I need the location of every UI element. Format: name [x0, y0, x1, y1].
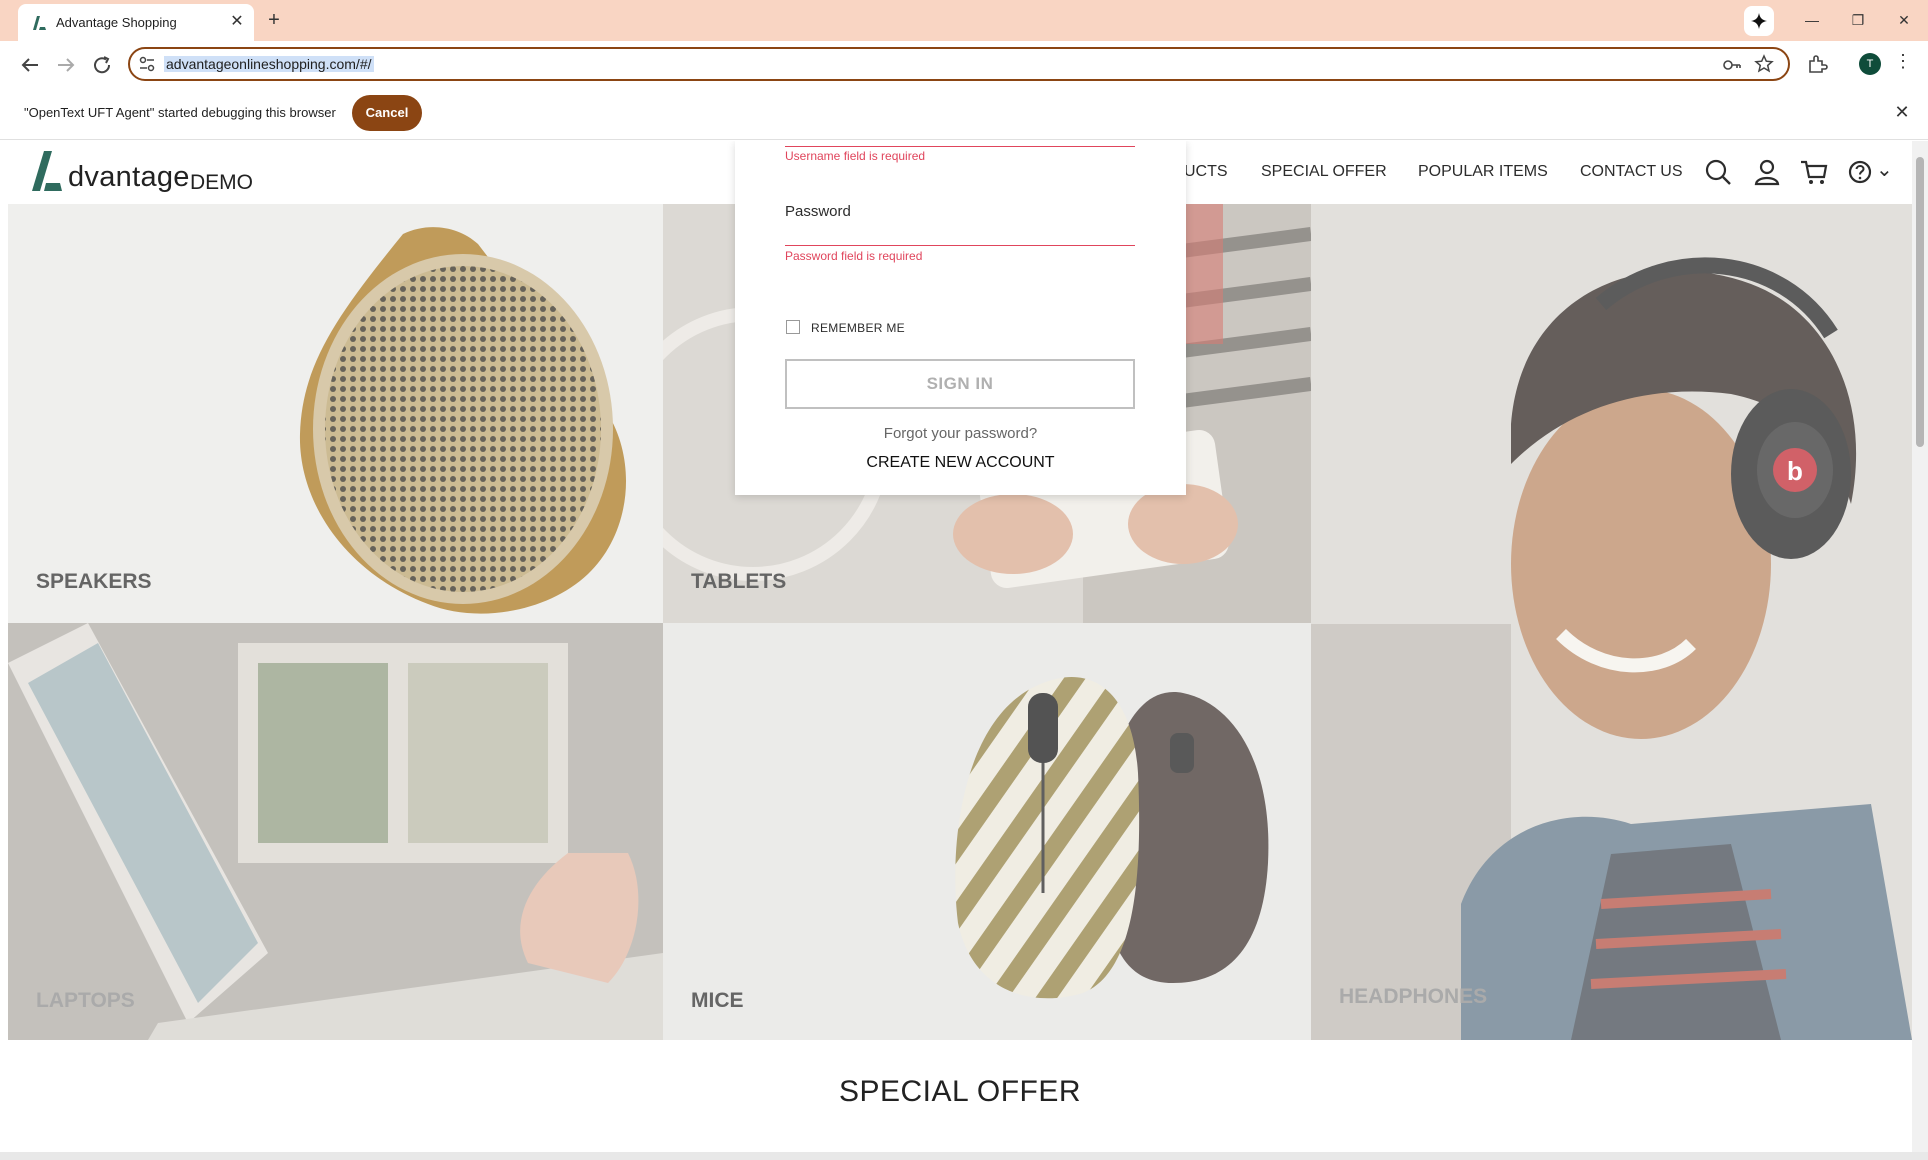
scrollbar-thumb[interactable]: [1916, 157, 1924, 447]
extensions-puzzle-icon[interactable]: [1806, 53, 1828, 75]
url-text[interactable]: advantageonlineshopping.com/#/: [164, 56, 374, 72]
sparkle-icon: [1751, 13, 1767, 29]
remember-me-label[interactable]: REMEMBER ME: [811, 321, 905, 335]
nav-link-contact-us[interactable]: CONTACT US: [1580, 163, 1683, 181]
special-offer-heading: SPECIAL OFFER: [838, 1075, 1082, 1108]
tab-close-icon[interactable]: ✕: [226, 11, 248, 33]
username-field-underline[interactable]: [785, 146, 1135, 147]
window-restore-button[interactable]: ❐: [1838, 8, 1878, 32]
back-arrow-icon[interactable]: [18, 53, 42, 77]
browser-tab-active[interactable]: Advantage Shopping ✕: [18, 4, 254, 41]
page-viewport: SPEAKERS TABLETS b HEADPHONES LAPTOPS MI…: [8, 141, 1912, 1152]
user-account-icon[interactable]: [1752, 157, 1782, 187]
page-vertical-scrollbar[interactable]: [1912, 141, 1928, 1152]
password-key-icon[interactable]: [1722, 55, 1742, 75]
shopping-cart-icon[interactable]: [1799, 157, 1829, 187]
window-close-button[interactable]: ✕: [1884, 8, 1924, 32]
help-icon[interactable]: [1846, 157, 1876, 187]
window-minimize-button[interactable]: —: [1792, 8, 1832, 32]
profile-avatar[interactable]: T: [1859, 53, 1881, 75]
nav-link-special-offer[interactable]: SPECIAL OFFER: [1261, 163, 1387, 181]
remember-me-checkbox[interactable]: [786, 320, 800, 334]
browser-menu-icon[interactable]: ⋮: [1894, 51, 1912, 77]
help-dropdown-chevron-icon[interactable]: ⌄: [1876, 157, 1893, 182]
new-tab-button[interactable]: +: [262, 9, 286, 33]
logo-wordmark: dvantage: [68, 161, 190, 193]
search-icon[interactable]: [1703, 157, 1733, 187]
browser-toolbar: advantageonlineshopping.com/#/ T ⋮: [0, 41, 1928, 87]
password-field-label[interactable]: Password: [785, 203, 851, 220]
address-bar[interactable]: advantageonlineshopping.com/#/: [128, 47, 1790, 81]
infobar-cancel-button[interactable]: Cancel: [352, 95, 422, 131]
reload-icon[interactable]: [90, 53, 114, 77]
forgot-password-link[interactable]: Forgot your password?: [735, 425, 1186, 442]
browser-tab-strip: Advantage Shopping ✕ + — ❐ ✕: [0, 0, 1928, 41]
sign-in-button[interactable]: SIGN IN: [785, 359, 1135, 409]
debug-infobar: "OpenText UFT Agent" started debugging t…: [0, 87, 1928, 140]
nav-link-products[interactable]: UCTS: [1184, 163, 1228, 181]
bookmark-star-icon[interactable]: [1754, 54, 1774, 74]
infobar-message: "OpenText UFT Agent" started debugging t…: [24, 105, 336, 120]
forward-arrow-icon[interactable]: [54, 53, 78, 77]
nav-link-popular-items[interactable]: POPULAR ITEMS: [1418, 163, 1548, 181]
password-field-underline[interactable]: [785, 245, 1135, 246]
logo-demo-text: DEMO: [190, 171, 253, 194]
gemini-button[interactable]: [1744, 6, 1774, 36]
site-favicon-icon: [33, 16, 46, 30]
create-account-link[interactable]: CREATE NEW ACCOUNT: [735, 454, 1186, 472]
logo-mark-icon: [32, 151, 62, 191]
tab-title: Advantage Shopping: [56, 15, 177, 30]
site-info-icon[interactable]: [138, 55, 156, 73]
password-error-text: Password field is required: [785, 249, 923, 263]
username-error-text: Username field is required: [785, 149, 926, 163]
page-bottom-edge: [0, 1152, 1928, 1160]
login-popup: Username field is required Password Pass…: [735, 141, 1186, 495]
infobar-close-icon[interactable]: ✕: [1892, 102, 1912, 122]
